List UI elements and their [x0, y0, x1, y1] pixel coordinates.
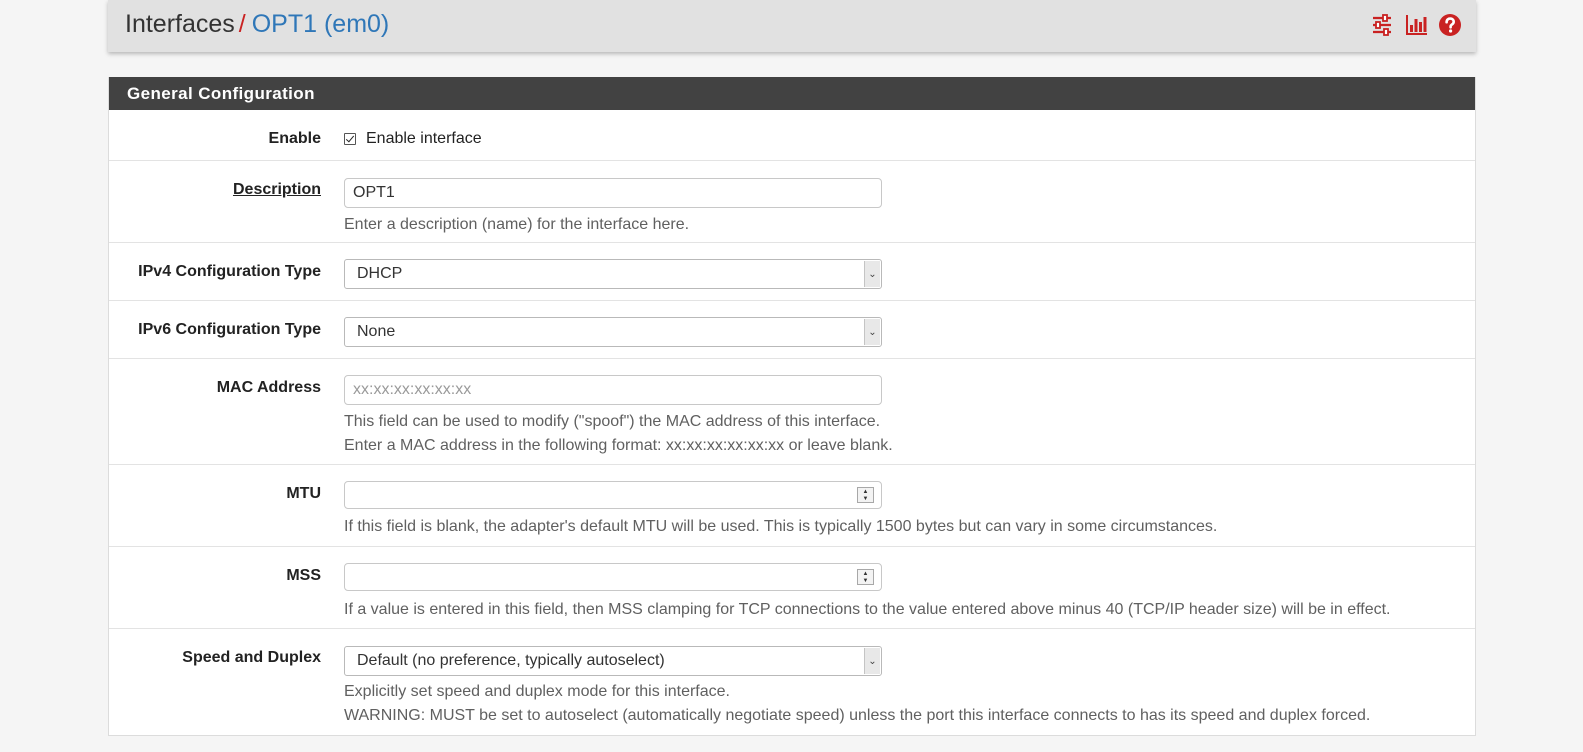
mss-input[interactable]: ▲ ▼ — [344, 563, 882, 591]
breadcrumb-root[interactable]: Interfaces — [125, 10, 235, 38]
mac-address-help-2: Enter a MAC address in the following for… — [344, 437, 893, 454]
speed-duplex-selected: Default (no preference, typically autose… — [357, 652, 665, 669]
breadcrumb-separator: / — [238, 10, 246, 38]
breadcrumb: Interfaces / OPT1 (em0) — [125, 8, 389, 40]
ipv4-type-select[interactable]: DHCP ⌄ — [344, 259, 882, 289]
mac-address-row: MAC Address This field can be used to mo… — [109, 359, 1475, 465]
enable-interface-checkbox[interactable] — [344, 133, 356, 145]
panel-title: General Configuration — [109, 77, 1475, 110]
ipv6-row: IPv6 Configuration Type None ⌄ — [109, 301, 1475, 359]
enable-row: Enable Enable interface — [109, 110, 1475, 161]
page-header: Interfaces / OPT1 (em0) — [108, 0, 1476, 52]
description-label: Description — [232, 181, 321, 198]
sliders-icon[interactable] — [1370, 13, 1394, 37]
chevron-down-icon[interactable]: ⌄ — [864, 261, 880, 287]
speed-duplex-help-2: WARNING: MUST be set to autoselect (auto… — [344, 707, 1371, 724]
help-icon[interactable] — [1438, 13, 1462, 37]
mac-address-input[interactable] — [344, 375, 882, 405]
mss-row: MSS ▲ ▼ If a value is entered in this fie… — [109, 547, 1475, 629]
chevron-down-icon[interactable]: ⌄ — [864, 319, 880, 345]
mac-address-help-1: This field can be used to modify ("spoof… — [344, 413, 881, 430]
speed-duplex-select[interactable]: Default (no preference, typically autose… — [344, 646, 882, 676]
description-input[interactable] — [344, 178, 882, 208]
general-configuration-panel: General Configuration Enable Enable inte… — [108, 77, 1476, 736]
mtu-spinner[interactable]: ▲ ▼ — [857, 487, 874, 503]
enable-label: Enable — [268, 130, 321, 147]
enable-checkbox-group[interactable]: Enable interface — [344, 130, 482, 148]
enable-checkbox-label[interactable]: Enable interface — [366, 130, 482, 148]
mss-label: MSS — [286, 567, 321, 584]
mtu-label: MTU — [286, 485, 321, 502]
mtu-row: MTU ▲ ▼ If this field is blank, the adapt… — [109, 465, 1475, 547]
description-row: Description Enter a description (name) f… — [109, 161, 1475, 243]
ipv6-type-selected: None — [357, 323, 396, 340]
bar-chart-icon[interactable] — [1404, 13, 1428, 37]
breadcrumb-current[interactable]: OPT1 (em0) — [252, 10, 390, 38]
mac-address-label: MAC Address — [216, 379, 321, 396]
ipv4-type-selected: DHCP — [357, 265, 403, 282]
ipv6-type-label: IPv6 Configuration Type — [138, 321, 321, 338]
chevron-down-icon[interactable]: ⌄ — [864, 648, 880, 674]
mss-spinner[interactable]: ▲ ▼ — [857, 569, 874, 585]
ipv4-type-label: IPv4 Configuration Type — [138, 263, 321, 280]
mss-help: If a value is entered in this field, the… — [344, 601, 1391, 618]
description-help: Enter a description (name) for the inter… — [344, 216, 690, 233]
speed-duplex-row: Speed and Duplex Default (no preference,… — [109, 629, 1475, 735]
ipv6-type-select[interactable]: None ⌄ — [344, 317, 882, 347]
mtu-input[interactable]: ▲ ▼ — [344, 481, 882, 509]
speed-duplex-label: Speed and Duplex — [182, 649, 321, 666]
header-icon-group — [1370, 13, 1462, 37]
mtu-help: If this field is blank, the adapter's de… — [344, 518, 1218, 535]
speed-duplex-help-1: Explicitly set speed and duplex mode for… — [344, 683, 730, 700]
ipv4-row: IPv4 Configuration Type DHCP ⌄ — [109, 243, 1475, 301]
